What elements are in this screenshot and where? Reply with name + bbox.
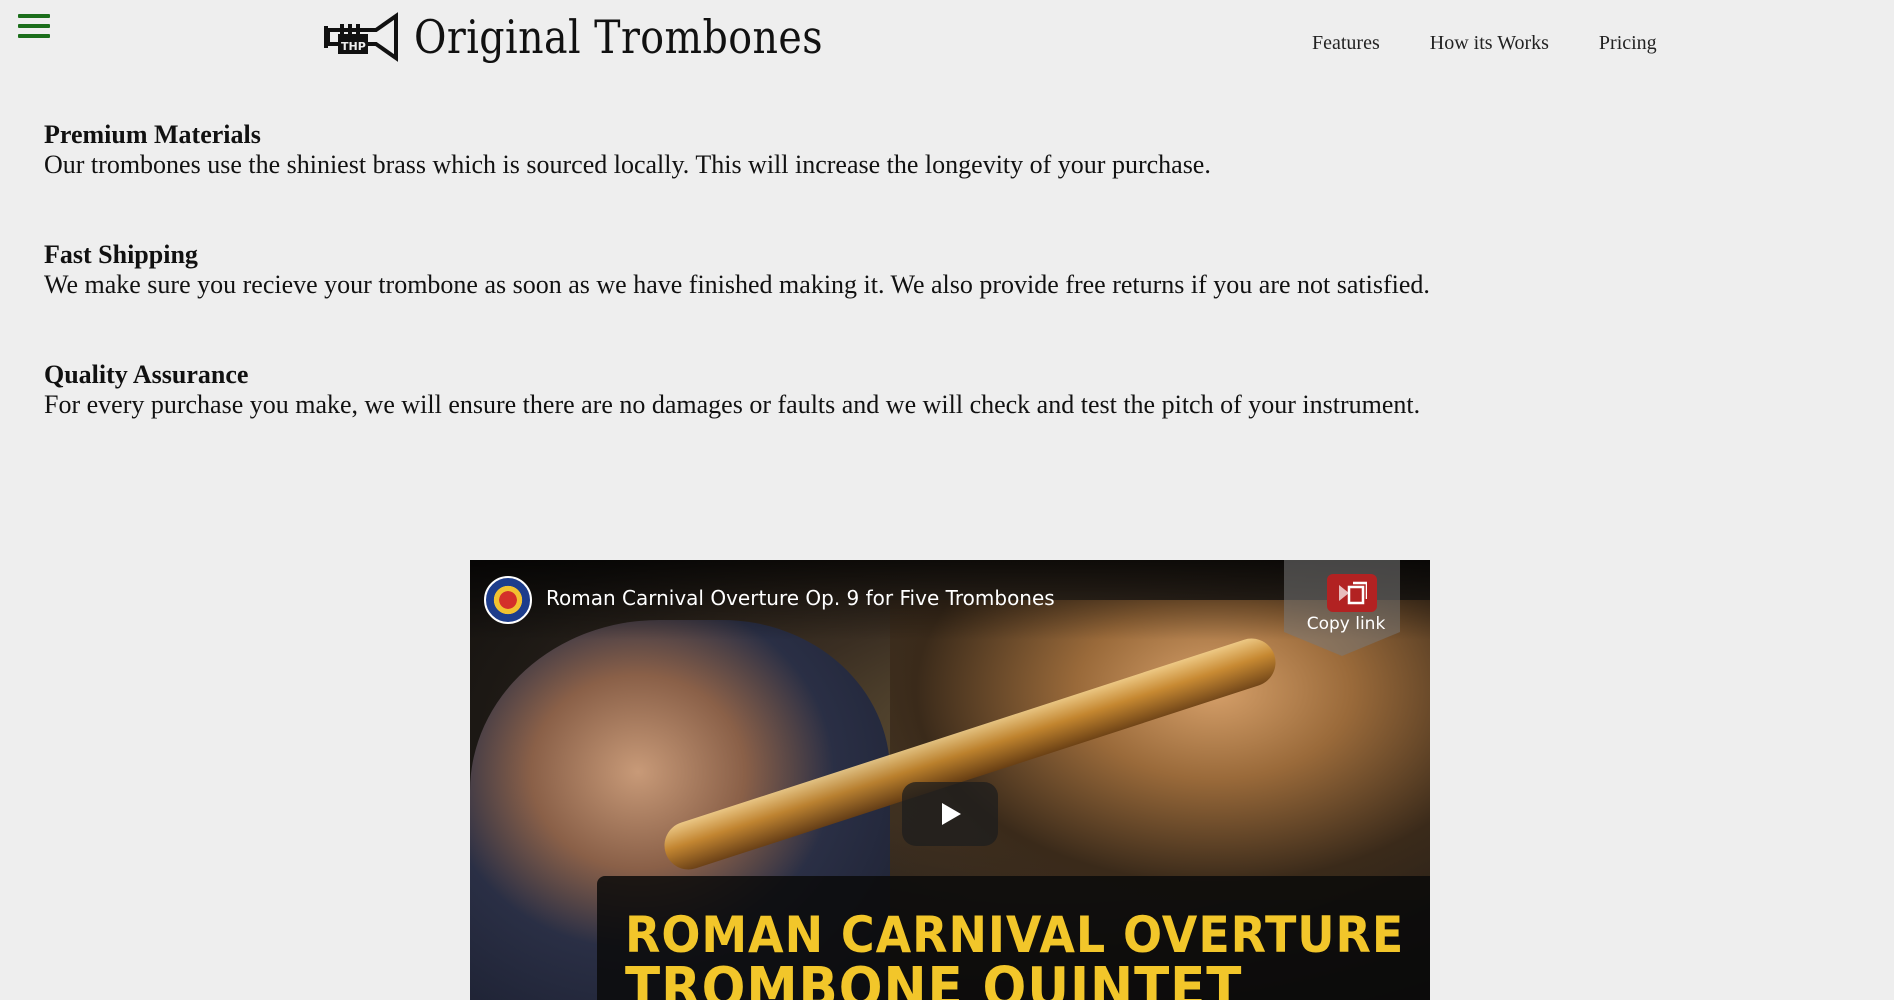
copy-icon [1339, 581, 1367, 605]
features-section: Premium Materials Our trombones use the … [44, 120, 1544, 480]
video-embed[interactable]: Roman Carnival Overture Op. 9 for Five T… [470, 560, 1430, 1000]
feature-title: Quality Assurance [44, 360, 249, 389]
main-nav: Features How its Works Pricing [1312, 32, 1707, 55]
brand[interactable]: THP Original Trombones [324, 10, 890, 64]
feature-title: Premium Materials [44, 120, 261, 149]
menu-bar [18, 24, 50, 28]
feature-description: We make sure you recieve your trombone a… [44, 270, 1430, 299]
menu-bar [18, 34, 50, 38]
feature-item: Fast Shipping We make sure you recieve y… [44, 240, 1544, 300]
video-caption-overlay: ROMAN CARNIVAL OVERTURE TROMBONE QUINTET [597, 876, 1430, 1000]
feature-description: For every purchase you make, we will ens… [44, 390, 1421, 419]
hamburger-menu-icon[interactable] [18, 14, 50, 40]
channel-avatar[interactable] [484, 576, 532, 624]
play-button[interactable] [902, 782, 998, 846]
caption-line: TROMBONE QUINTET [625, 956, 1243, 1000]
nav-link-how-it-works[interactable]: How its Works [1430, 32, 1549, 55]
nav-link-pricing[interactable]: Pricing [1599, 32, 1657, 55]
menu-bar [18, 14, 50, 18]
feature-description: Our trombones use the shiniest brass whi… [44, 150, 1211, 179]
play-icon [942, 803, 961, 825]
brand-name: Original Trombones [414, 10, 823, 64]
nav-link-features[interactable]: Features [1312, 32, 1380, 55]
copy-link-icon[interactable] [1327, 574, 1377, 612]
copy-link-label[interactable]: Copy link [1288, 614, 1404, 634]
trumpet-logo-icon: THP [324, 12, 398, 62]
feature-title: Fast Shipping [44, 240, 198, 269]
feature-item: Premium Materials Our trombones use the … [44, 120, 1544, 180]
video-title[interactable]: Roman Carnival Overture Op. 9 for Five T… [546, 586, 1055, 610]
feature-item: Quality Assurance For every purchase you… [44, 360, 1544, 420]
svg-text:THP: THP [341, 40, 366, 53]
